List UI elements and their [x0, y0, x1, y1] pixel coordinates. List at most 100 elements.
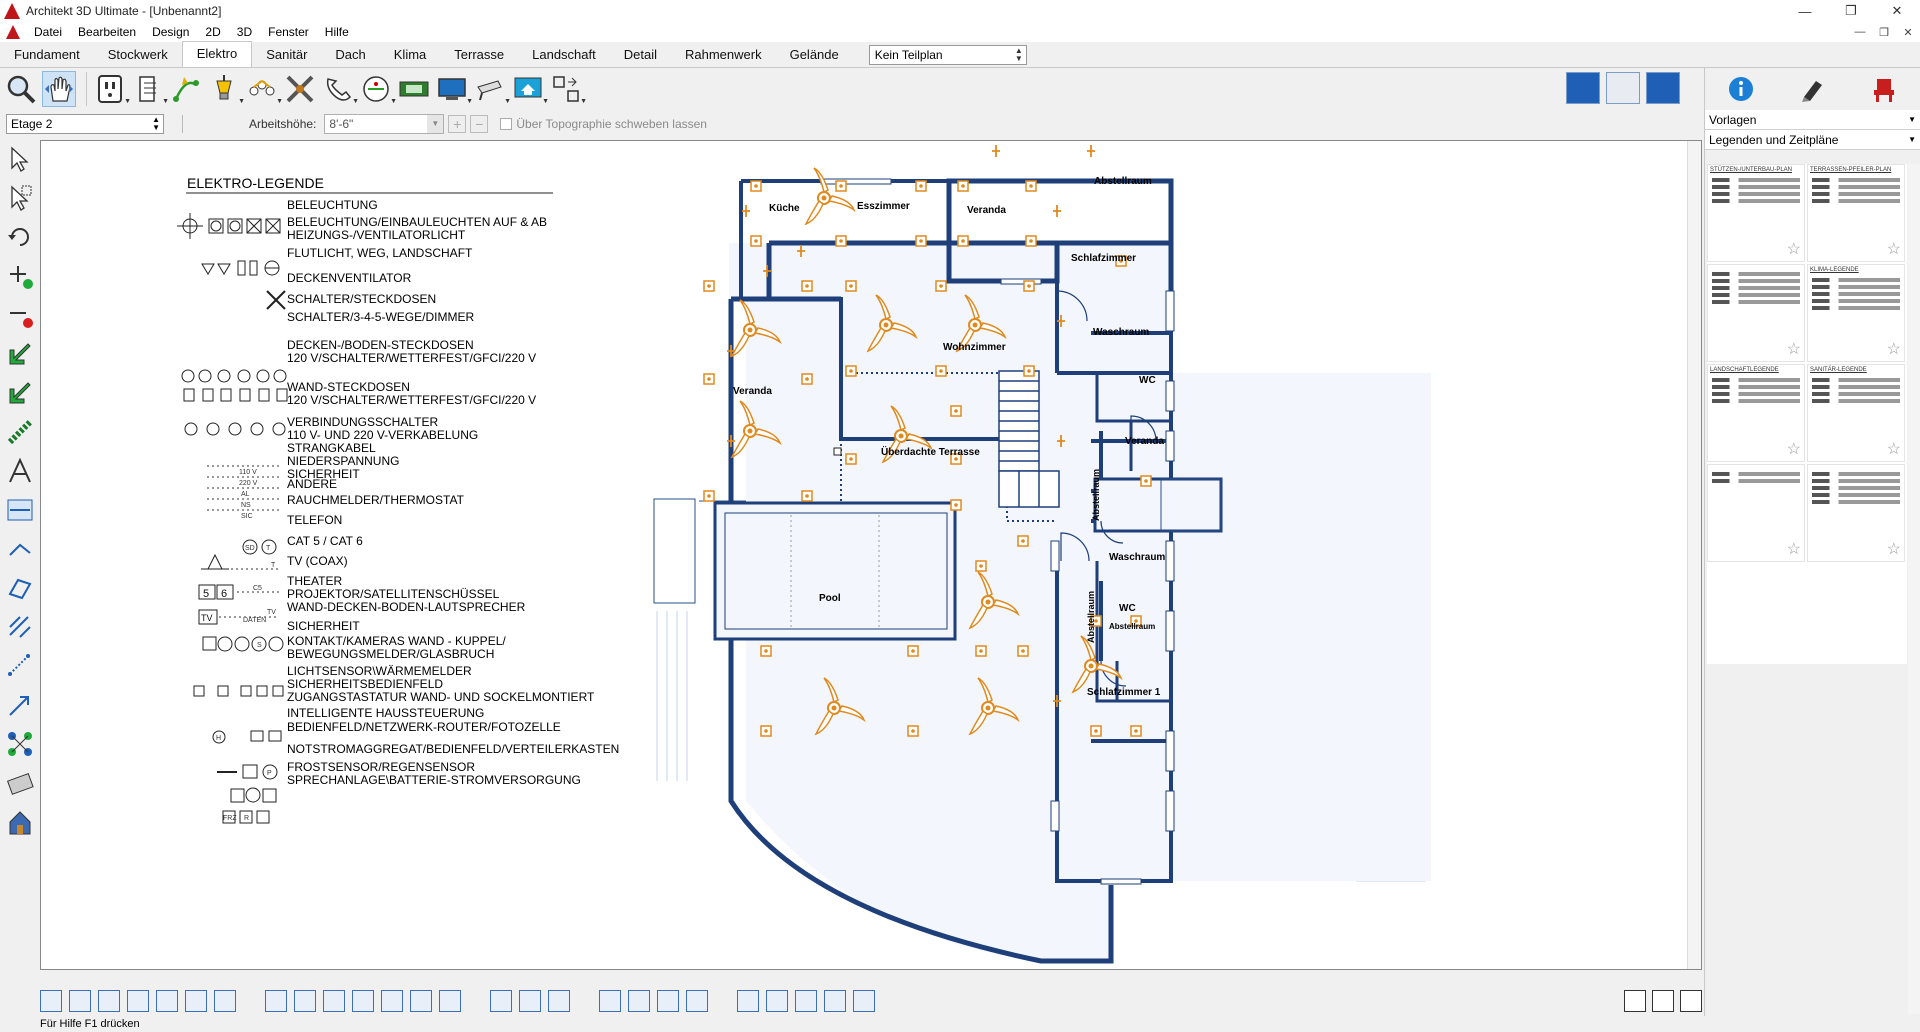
dimension-tool[interactable]	[3, 492, 37, 528]
select-group-tool[interactable]	[3, 180, 37, 216]
telephone-tool[interactable]: ▼	[321, 71, 359, 107]
align-middle-button[interactable]	[185, 990, 207, 1012]
arrow-tool[interactable]	[3, 687, 37, 723]
room-label[interactable]: Küche	[769, 203, 800, 214]
room-label[interactable]: Esszimmer	[857, 201, 910, 212]
doc-icon[interactable]	[6, 25, 20, 39]
room-label[interactable]: Schlafzimmer 1	[1087, 687, 1160, 698]
arrow-green-tool-2[interactable]	[3, 375, 37, 411]
distribute-v2-button[interactable]	[410, 990, 432, 1012]
plan-select[interactable]: Kein Teilplan ▲ ▼	[868, 45, 1027, 65]
align-right-button[interactable]	[98, 990, 120, 1012]
room-label[interactable]: Überdachte Terrasse	[881, 447, 980, 458]
favorite-star-icon[interactable]: ☆	[1787, 539, 1801, 559]
room-label[interactable]: Abstellraum	[1086, 591, 1096, 643]
dimension-tool-5[interactable]	[3, 648, 37, 684]
pen-icon[interactable]	[1798, 75, 1826, 103]
menu-design[interactable]: Design	[144, 25, 197, 39]
panel-tool[interactable]	[397, 71, 431, 107]
minimize-button[interactable]: —	[1782, 0, 1828, 22]
template-thumbnail[interactable]: ☆	[1807, 464, 1905, 562]
library-category-select[interactable]: Vorlagen ▼	[1705, 110, 1920, 130]
close-button[interactable]: ✕	[1874, 0, 1920, 22]
height-input[interactable]: 8'-6" ▼	[324, 114, 445, 134]
tab-landschaft[interactable]: Landschaft	[518, 43, 610, 67]
favorite-star-icon[interactable]: ☆	[1787, 239, 1801, 259]
room-label[interactable]: Wohnzimmer	[943, 342, 1006, 353]
mirror-h-button[interactable]	[766, 990, 788, 1012]
ceiling-fan[interactable]	[805, 167, 855, 225]
arrow-green-tool[interactable]	[3, 336, 37, 372]
info-icon[interactable]	[1727, 75, 1755, 103]
canvas-vertical-scrollbar[interactable]	[1687, 141, 1701, 969]
smoke-detector-tool[interactable]: ▼	[359, 71, 397, 107]
smart-home-tool[interactable]: ▼	[511, 71, 549, 107]
dimension-tool-3[interactable]	[3, 570, 37, 606]
template-thumbnail[interactable]: LANDSCHAFTLEGENDE ☆	[1707, 364, 1805, 462]
menu-bearbeiten[interactable]: Bearbeiten	[70, 25, 144, 39]
room-label[interactable]: Pool	[819, 593, 841, 604]
template-thumbnail[interactable]: KLIMA-LEGENDE ☆	[1807, 264, 1905, 362]
3d-view-button[interactable]	[1646, 72, 1680, 104]
cross-button[interactable]	[686, 990, 708, 1012]
menu-hilfe[interactable]: Hilfe	[317, 25, 357, 39]
library-subcategory-select[interactable]: Legenden und Zeitpläne ▼	[1705, 130, 1920, 150]
full-view-button[interactable]	[1680, 990, 1702, 1012]
zoom-tool[interactable]	[4, 71, 38, 107]
mirror-v-button[interactable]	[824, 990, 846, 1012]
align-left-button[interactable]	[40, 990, 62, 1012]
distribute-v-button[interactable]	[381, 990, 403, 1012]
room-label[interactable]: Abstellraum	[1094, 176, 1152, 187]
favorite-star-icon[interactable]: ☆	[1787, 339, 1801, 359]
align-bottom-button[interactable]	[214, 990, 236, 1012]
outlet-tool[interactable]: ▼	[93, 71, 131, 107]
room-label[interactable]: Abstellraum	[1109, 622, 1155, 631]
tab-stockwerk[interactable]: Stockwerk	[94, 43, 182, 67]
favorite-star-icon[interactable]: ☆	[1887, 339, 1901, 359]
tab-fundament[interactable]: Fundament	[0, 43, 94, 67]
chain-tool[interactable]	[3, 414, 37, 450]
double-view-button[interactable]	[1652, 990, 1674, 1012]
align-crosshair-button[interactable]	[127, 990, 149, 1012]
doc-close-button[interactable]: ✕	[1896, 22, 1920, 42]
chandelier-tool[interactable]: ▼	[245, 71, 283, 107]
tab-gelaende[interactable]: Gelände	[776, 43, 853, 67]
room-label[interactable]: WC	[1139, 375, 1156, 386]
doc-minimize-button[interactable]: —	[1848, 22, 1872, 42]
template-thumbnail[interactable]: TERRASSEN-PFEILER-PLAN ☆	[1807, 164, 1905, 262]
menu-fenster[interactable]: Fenster	[260, 25, 317, 39]
template-thumbnail[interactable]: ☆	[1707, 464, 1805, 562]
distribute-h2-button[interactable]	[294, 990, 316, 1012]
floorplan-view-button[interactable]	[1566, 72, 1600, 104]
template-thumbnail[interactable]: STÜTZEN-/UNTERBAU-PLAN ☆	[1707, 164, 1805, 262]
copy-button[interactable]	[737, 990, 759, 1012]
menu-datei[interactable]: Datei	[26, 25, 70, 39]
network-tool[interactable]	[3, 726, 37, 762]
elevation-view-button[interactable]	[1606, 72, 1640, 104]
align-center-button[interactable]	[69, 990, 91, 1012]
add-point-tool[interactable]	[3, 258, 37, 294]
favorite-star-icon[interactable]: ☆	[1887, 539, 1901, 559]
tv-tool[interactable]: ▼	[435, 71, 473, 107]
connection-tool[interactable]	[169, 71, 203, 107]
delete-point-tool[interactable]	[3, 297, 37, 333]
drawing-canvas[interactable]: 110 V 220 V AL NS SIC T C5 TV DATEN SD T…	[40, 140, 1702, 970]
lock-button[interactable]	[548, 990, 570, 1012]
template-thumbnail[interactable]: ☆	[1707, 264, 1805, 362]
tab-dach[interactable]: Dach	[321, 43, 379, 67]
distribute-h-button[interactable]	[265, 990, 287, 1012]
room-label[interactable]: WC	[1119, 603, 1136, 614]
favorite-star-icon[interactable]: ☆	[1787, 439, 1801, 459]
room-label[interactable]: Waschraum	[1093, 327, 1149, 338]
decrease-button[interactable]: −	[470, 115, 489, 133]
tab-elektro[interactable]: Elektro	[181, 41, 253, 67]
single-view-button[interactable]	[1624, 990, 1646, 1012]
menu-3d[interactable]: 3D	[229, 25, 260, 39]
tab-terrasse[interactable]: Terrasse	[440, 43, 518, 67]
house-tool[interactable]	[3, 804, 37, 840]
rotate-tool[interactable]	[3, 219, 37, 255]
favorite-star-icon[interactable]: ☆	[1887, 439, 1901, 459]
camera-tool[interactable]: ▼	[473, 71, 511, 107]
center-button[interactable]	[628, 990, 650, 1012]
distribute-h4-button[interactable]	[352, 990, 374, 1012]
